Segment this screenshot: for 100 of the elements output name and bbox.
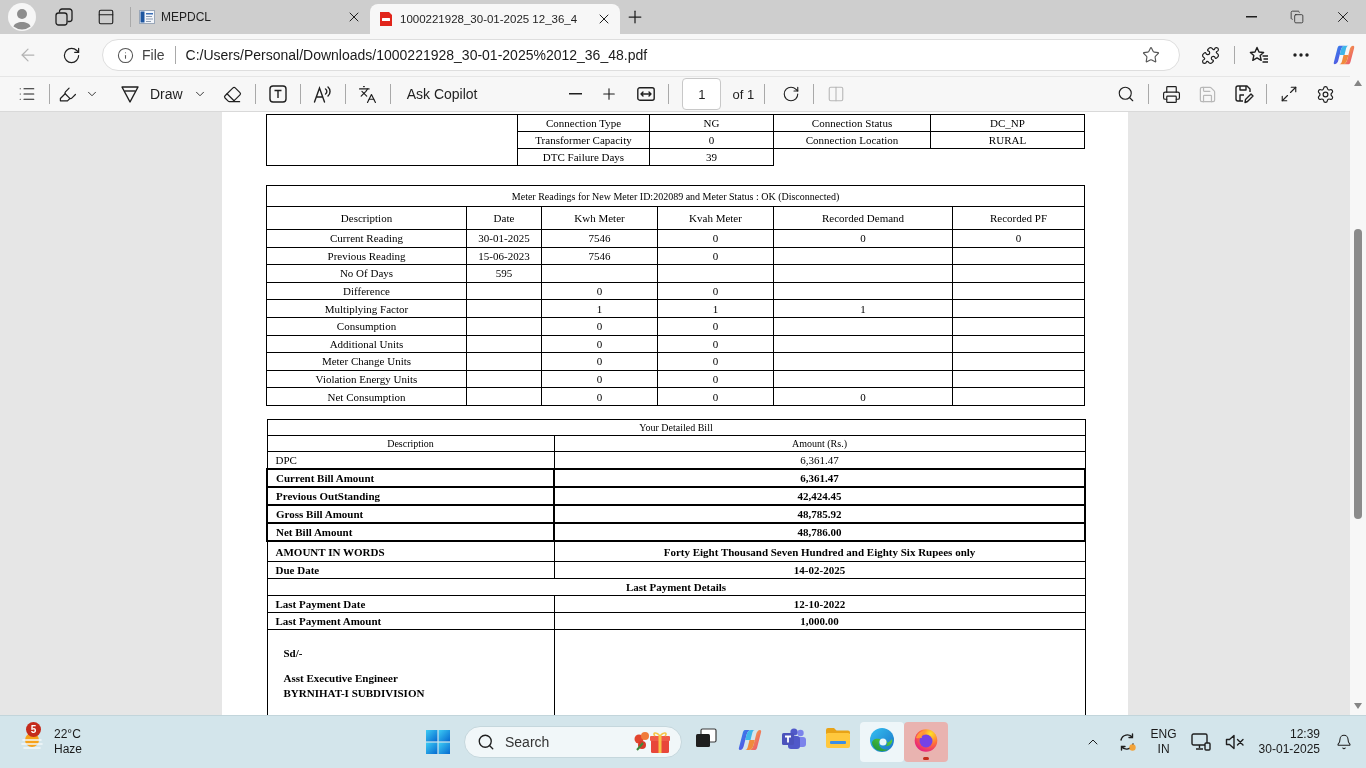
language-button[interactable]: ENG IN xyxy=(1146,722,1181,762)
minimize-icon xyxy=(1245,16,1257,18)
table-cell: 0 xyxy=(657,247,774,265)
table-cell: Connection Type xyxy=(517,114,650,132)
weather-widget[interactable]: 5 22°C Haze xyxy=(12,720,90,764)
page-number-field[interactable]: 1 xyxy=(682,78,722,110)
table-cell: 0 xyxy=(541,317,658,336)
table-cell: 0 xyxy=(649,131,774,149)
table-cell: Violation Energy Units xyxy=(266,370,467,388)
notification-badge: 5 xyxy=(26,722,41,737)
signature-text: Sd/- xyxy=(283,645,304,661)
table-cell: NG xyxy=(649,114,774,132)
ask-copilot-button[interactable]: Ask Copilot xyxy=(396,79,488,109)
search-box[interactable]: Search xyxy=(464,726,682,758)
column-header: Description xyxy=(266,206,467,230)
workspaces-icon xyxy=(55,8,73,26)
page-count-text: of 1 xyxy=(732,86,755,102)
table-cell: 0 xyxy=(541,352,658,371)
scrollbar[interactable] xyxy=(1350,76,1366,715)
translate-icon xyxy=(358,84,378,104)
table-cell: No Of Days xyxy=(266,264,467,283)
table-title: Your Detailed Bill xyxy=(267,419,1085,436)
clock-button[interactable]: 12:39 30-01-2025 xyxy=(1254,722,1324,762)
pdf-file-icon xyxy=(378,11,394,27)
table-cell: 7546 xyxy=(541,247,658,265)
address-bar[interactable]: File C:/Users/Personal/Downloads/1000221928_30-01-2025%2012_36_48.pdf xyxy=(102,39,1180,71)
table-cell: Due Date xyxy=(267,561,554,579)
table-cell: 0 xyxy=(773,229,953,248)
favorites-icon xyxy=(1249,46,1269,64)
signature-text: BYRNIHAT-I SUBDIVISION xyxy=(283,685,426,701)
table-cell: 0 xyxy=(541,282,658,300)
table-title: Meter Readings for New Meter ID:202089 and Meter Status : OK (Disconnected) xyxy=(266,185,1085,207)
printer-icon xyxy=(1161,84,1181,104)
table-cell: 7546 xyxy=(541,229,658,248)
bell-icon xyxy=(1336,734,1352,750)
ribbon-logo-icon xyxy=(738,728,762,752)
browser-tab[interactable]: 1000221928_30-01-2025 12_36_4 xyxy=(370,4,620,34)
table-cell: 30-01-2025 xyxy=(466,229,542,248)
table-cell: Connection Location xyxy=(773,131,931,149)
section-heading: Last Payment Details xyxy=(267,578,1085,596)
save-edit-icon xyxy=(1234,84,1254,104)
gift-flowers-icon xyxy=(633,730,671,754)
table-cell: Multiplying Factor xyxy=(266,299,467,318)
settings-icon xyxy=(1315,84,1335,104)
table-cell: 1 xyxy=(657,299,774,318)
search-icon xyxy=(477,733,495,751)
table-cell: AMOUNT IN WORDS xyxy=(267,541,554,562)
expand-icon xyxy=(1280,85,1298,103)
draw-button[interactable]: Draw xyxy=(118,79,209,109)
table-cell: Net Consumption xyxy=(266,387,467,406)
table-cell: 0 xyxy=(541,387,658,406)
pen-icon xyxy=(120,84,140,104)
table-cell: 0 xyxy=(657,335,774,353)
scrollbar-thumb[interactable] xyxy=(1354,229,1362,519)
table-cell: Previous Reading xyxy=(266,247,467,265)
list-icon xyxy=(18,85,36,103)
column-header: Description xyxy=(267,435,554,452)
browser-tab[interactable]: MEPDCL xyxy=(131,0,370,34)
table-cell: Connection Status xyxy=(773,114,931,132)
table-cell: 0 xyxy=(657,229,774,248)
star-icon xyxy=(1142,46,1160,64)
table-cell: 48,785.92 xyxy=(554,505,1085,524)
table-cell: Current Reading xyxy=(266,229,467,248)
more-icon xyxy=(1293,53,1309,57)
table-cell: DTC Failure Days xyxy=(517,148,650,166)
save-icon xyxy=(1197,84,1217,104)
table-cell: Current Bill Amount xyxy=(267,469,554,488)
table-cell: DPC xyxy=(267,451,554,470)
fit-width-icon xyxy=(637,87,656,101)
wave-circle-icon xyxy=(870,728,894,752)
table-cell: 12-10-2022 xyxy=(554,595,1085,613)
monitor-network-icon xyxy=(1190,733,1211,751)
table-cell: 0 xyxy=(541,335,658,353)
table-cell: Last Payment Amount xyxy=(267,612,554,630)
table-cell: 1,000.00 xyxy=(554,612,1085,630)
url-text: C:/Users/Personal/Downloads/1000221928_30-01-2025%2012_36_48.pdf xyxy=(185,47,648,63)
table-cell: Last Payment Date xyxy=(267,595,554,613)
avatar-icon xyxy=(8,3,36,31)
table-cell: 0 xyxy=(657,387,774,406)
table-cell: Transformer Capacity xyxy=(517,131,650,149)
table-cell: 0 xyxy=(657,352,774,371)
signature-text: Asst Executive Engineer xyxy=(283,670,399,686)
start-icon xyxy=(426,730,450,754)
scroll-down-icon xyxy=(1354,703,1362,709)
table-cell: 39 xyxy=(649,148,774,166)
table-cell: Gross Bill Amount xyxy=(267,505,554,524)
table-cell: 595 xyxy=(466,264,542,283)
column-header: Kwh Meter xyxy=(541,206,658,230)
column-header: Kvah Meter xyxy=(657,206,774,230)
column-header: Date xyxy=(466,206,542,230)
minus-icon xyxy=(569,93,582,95)
table-cell: 42,424.45 xyxy=(554,487,1085,506)
table-cell: 14-02-2025 xyxy=(554,561,1085,579)
text-box-icon xyxy=(268,85,287,103)
ring-logo-icon xyxy=(914,728,938,752)
site-info-button[interactable]: File xyxy=(111,42,171,68)
table-cell: Difference xyxy=(266,282,467,300)
table-cell: Meter Change Units xyxy=(266,352,467,371)
restore-icon xyxy=(1290,10,1304,24)
column-header: Recorded Demand xyxy=(773,206,953,230)
